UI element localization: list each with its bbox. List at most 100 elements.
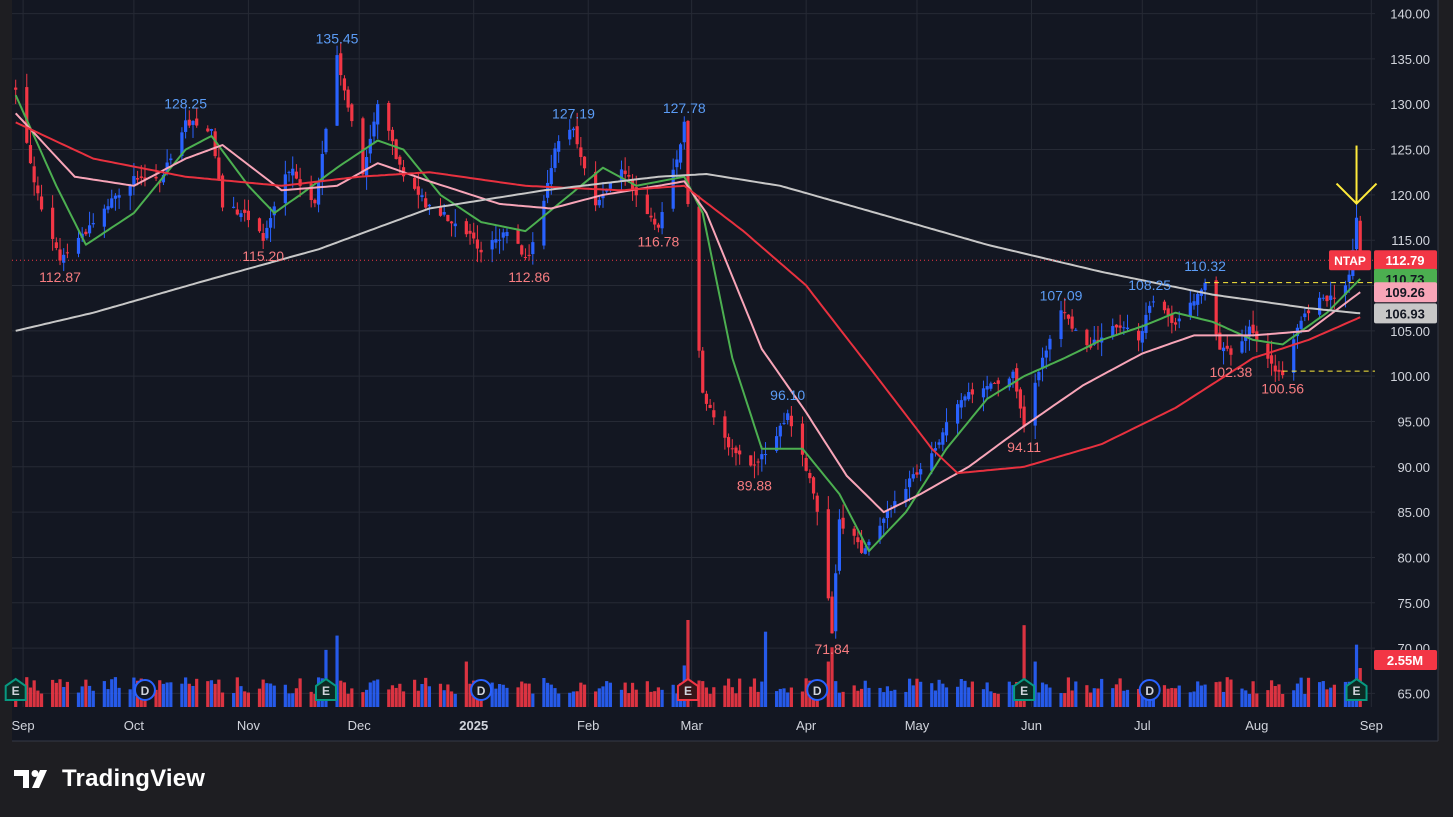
volume-bar <box>239 686 243 707</box>
candle-body <box>184 120 188 132</box>
candle-body <box>298 179 302 186</box>
candle-body <box>549 168 553 185</box>
volume-bar <box>671 684 675 707</box>
candle-body <box>1070 316 1074 329</box>
tradingview-logo[interactable]: TradingView <box>14 762 205 796</box>
volume-bar <box>372 680 376 707</box>
candle-body <box>154 176 158 179</box>
candle-body <box>981 388 986 398</box>
candle-body <box>970 389 974 395</box>
axis-price-badge-text: 109.26 <box>1385 285 1425 300</box>
candle-body <box>217 157 221 180</box>
candle-body <box>1018 389 1022 409</box>
candle-body <box>91 223 95 225</box>
volume-bar <box>1192 691 1196 707</box>
candle-body <box>682 121 686 143</box>
candle-body <box>1317 297 1322 315</box>
volume-bar <box>1329 687 1333 707</box>
high-label: 96.10 <box>770 387 805 403</box>
volume-bar <box>527 683 531 707</box>
chart-container[interactable]: 140.00 135.00 130.00 125.00 120.00 115.00 110.… <box>0 0 1453 745</box>
candle-body <box>339 53 343 76</box>
candle-body <box>837 519 842 571</box>
volume-bar <box>128 689 132 707</box>
low-label: 116.78 <box>638 234 680 250</box>
candle-body <box>1229 348 1233 355</box>
brand-name: TradingView <box>62 765 206 792</box>
candle-body <box>427 204 431 207</box>
volume-bar <box>420 683 424 707</box>
volume-bar <box>394 687 398 707</box>
volume-bar <box>1007 681 1011 707</box>
candle-body <box>804 457 808 471</box>
candle-body <box>243 209 247 213</box>
volume-bar <box>1306 677 1311 707</box>
price-chart[interactable]: 140.00 135.00 130.00 125.00 120.00 115.00 110.… <box>0 0 1453 745</box>
volume-bar <box>911 685 915 707</box>
volume-bar <box>62 687 66 707</box>
candle-body <box>915 472 919 475</box>
candle-body <box>424 198 428 208</box>
candle-body <box>645 194 649 215</box>
volume-bar <box>80 686 84 707</box>
volume-bar <box>1070 690 1074 707</box>
volume-bar <box>933 690 938 707</box>
candle-body <box>102 208 106 227</box>
candle-body <box>110 198 114 208</box>
candle-body <box>36 185 40 194</box>
volume-bar <box>1059 692 1063 707</box>
volume-bar <box>76 692 81 707</box>
x-tick-label: 2025 <box>459 718 488 733</box>
volume-bar <box>579 682 583 707</box>
candle-body <box>350 104 354 122</box>
candle-body <box>597 199 601 206</box>
volume-bar <box>427 686 431 707</box>
volume-bar <box>497 684 502 707</box>
y-tick-label: 130.00 <box>1390 97 1430 112</box>
volume-bar <box>542 677 546 707</box>
candle-body <box>859 540 864 553</box>
candle-body <box>1240 341 1244 353</box>
y-tick-label: 90.00 <box>1397 460 1430 475</box>
x-tick-label: Sep <box>1360 718 1383 733</box>
volume-bar <box>937 679 941 707</box>
candle-body <box>235 209 239 215</box>
volume-bar <box>195 678 199 707</box>
candle-body <box>479 249 483 253</box>
volume-bar <box>634 689 638 707</box>
candle-body <box>117 195 121 198</box>
candle-body <box>575 126 579 145</box>
volume-bar <box>597 688 601 707</box>
volume-bar <box>191 685 195 707</box>
candle-body <box>1148 305 1152 313</box>
volume-bar <box>1044 684 1048 707</box>
candle-body <box>472 232 476 239</box>
candle-body <box>1354 217 1359 250</box>
volume-bar <box>1092 688 1096 707</box>
volume-bar <box>446 684 450 707</box>
symbol-badge-text: NTAP <box>1334 254 1366 268</box>
candle-body <box>782 422 786 424</box>
candle-body <box>1066 314 1071 319</box>
volume-bar <box>523 683 528 707</box>
tradingview-logo-icon <box>14 770 47 788</box>
volume-bar <box>243 691 247 707</box>
volume-bar <box>571 691 576 707</box>
volume-bar <box>723 685 727 707</box>
volume-bar <box>623 682 627 707</box>
volume-bar <box>738 678 742 707</box>
candle-body <box>811 477 816 494</box>
candle-body <box>701 350 705 393</box>
volume-bar <box>789 687 793 707</box>
volume-bar <box>1170 687 1174 707</box>
candle-body <box>1329 295 1333 301</box>
high-label: 108.25 <box>1128 277 1171 293</box>
candle-body <box>195 118 199 126</box>
candle-body <box>911 474 915 479</box>
candle-body <box>1273 365 1277 372</box>
volume-bar <box>442 690 446 707</box>
candle-body <box>1118 325 1122 328</box>
volume-bar <box>837 692 842 707</box>
volume-bar <box>117 687 121 707</box>
candle-body <box>856 537 860 543</box>
